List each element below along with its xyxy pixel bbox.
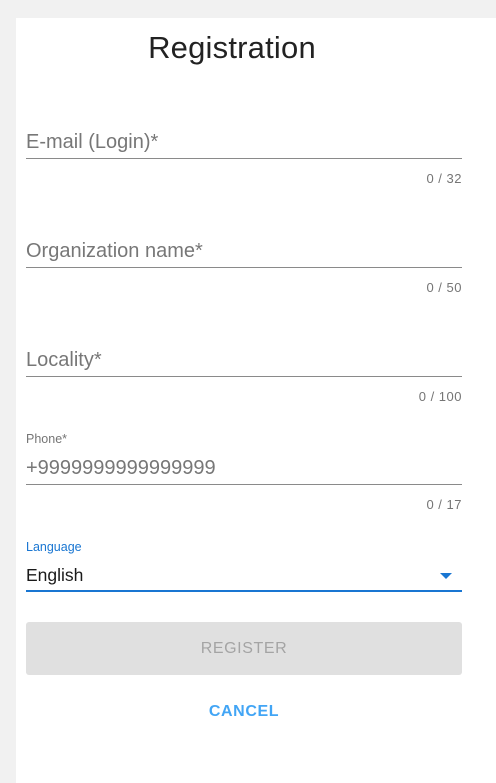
- language-label: Language: [26, 540, 82, 554]
- organization-char-counter: 0 / 50: [426, 280, 462, 295]
- email-input[interactable]: [26, 126, 462, 158]
- email-underline: [26, 158, 462, 159]
- language-select[interactable]: English: [26, 560, 462, 590]
- email-field-group: 0 / 32: [26, 126, 462, 186]
- phone-input[interactable]: [26, 452, 462, 484]
- locality-input[interactable]: [26, 344, 462, 376]
- locality-char-counter: 0 / 100: [418, 389, 462, 404]
- register-button[interactable]: REGISTER: [26, 622, 462, 675]
- organization-name-input[interactable]: [26, 235, 462, 267]
- email-char-counter: 0 / 32: [426, 171, 462, 186]
- organization-underline: [26, 267, 462, 268]
- phone-label: Phone*: [26, 432, 68, 446]
- language-selected-value: English: [26, 565, 84, 585]
- organization-field-group: 0 / 50: [26, 235, 462, 295]
- cancel-button[interactable]: CANCEL: [26, 694, 462, 730]
- phone-underline: [26, 484, 462, 485]
- page-title: Registration: [148, 30, 316, 65]
- phone-field-group: Phone* 0 / 17: [26, 432, 462, 512]
- locality-underline: [26, 376, 462, 377]
- language-field-group: Language English: [26, 540, 462, 592]
- language-underline: [26, 590, 462, 592]
- locality-field-group: 0 / 100: [26, 344, 462, 404]
- caret-down-icon[interactable]: [440, 573, 452, 579]
- phone-char-counter: 0 / 17: [426, 497, 462, 512]
